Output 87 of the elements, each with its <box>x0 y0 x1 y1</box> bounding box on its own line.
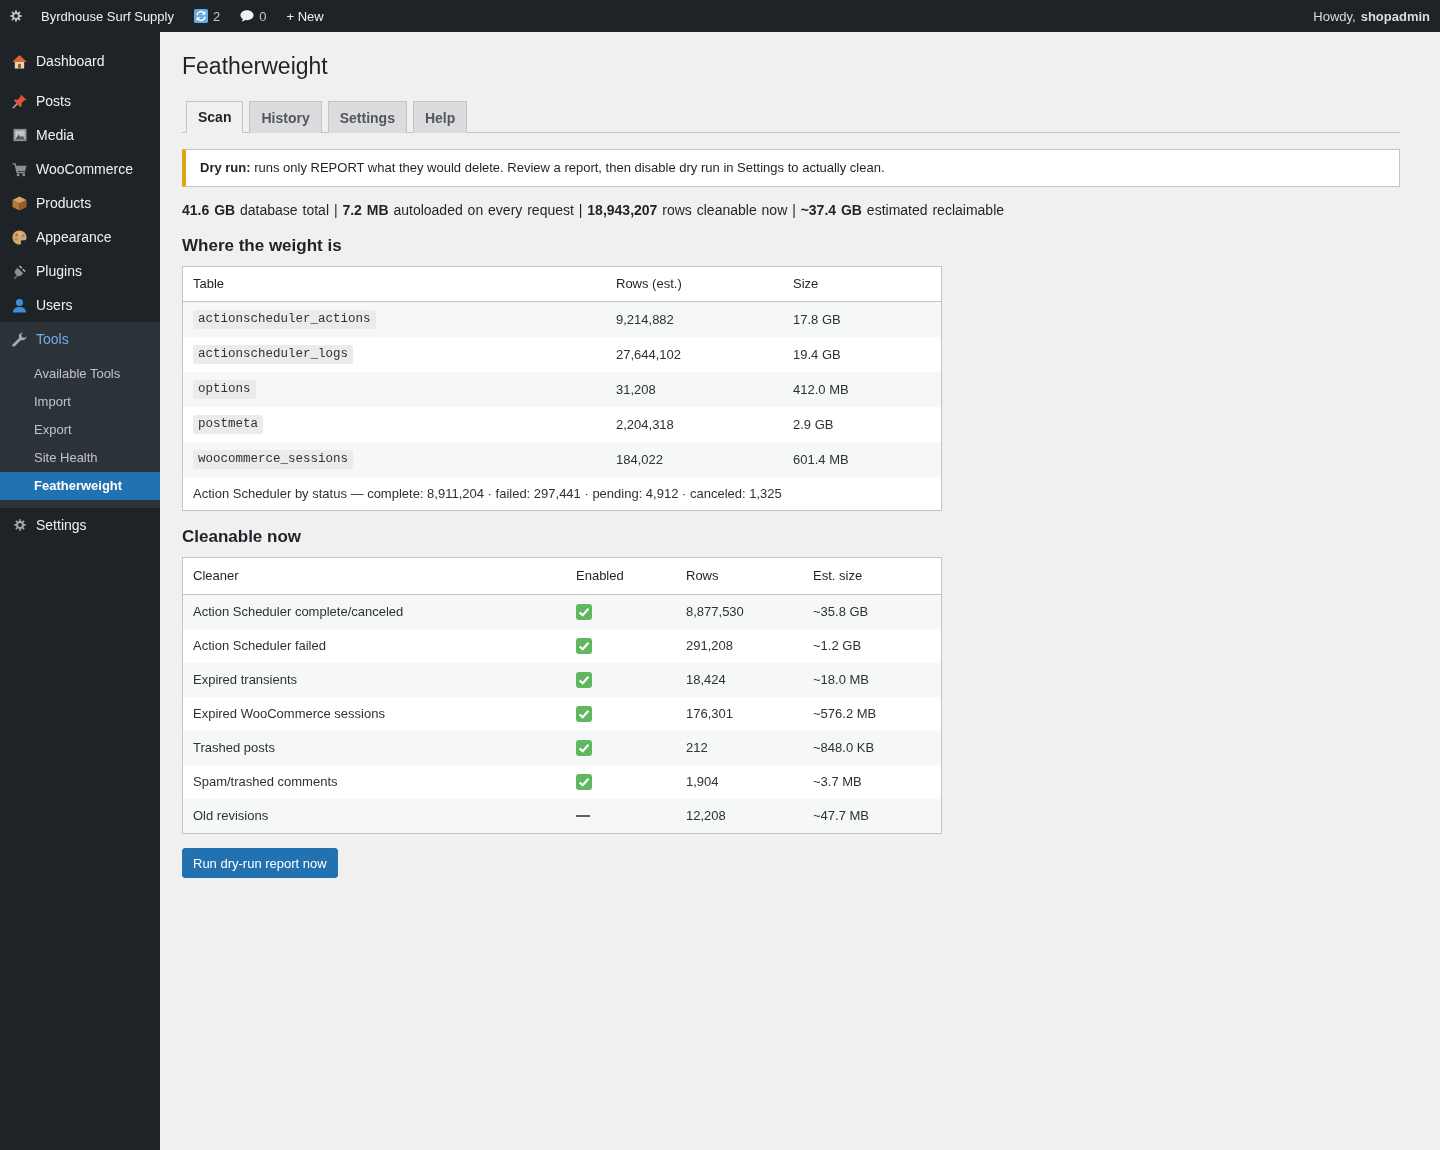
summary-text: 41.6 GB database total | 7.2 MB autoloaded on every request | 18,943,207 rows cleanable now | ~37.4 GB estimated reclaimable <box>182 201 1006 220</box>
table-cell: ~18.0 MB <box>803 663 942 697</box>
submenu-item[interactable]: Export <box>0 416 160 444</box>
table-cell: 412.0 MB <box>783 372 942 407</box>
table-cell: ~1.2 GB <box>803 629 942 663</box>
table-cell: 8,877,530 <box>676 594 803 629</box>
table-cell: 9,214,882 <box>606 301 783 337</box>
table-cell: 601.4 MB <box>783 442 942 477</box>
submenu-item[interactable]: Site Health <box>0 444 160 472</box>
column-header: Table <box>182 266 606 302</box>
menu-item[interactable]: Posts <box>0 84 160 118</box>
table-cell: 2.9 GB <box>783 407 942 442</box>
account-link[interactable]: Howdy, shopadmin <box>1303 0 1440 32</box>
table-cell: 2,204,318 <box>606 407 783 442</box>
table-cell: ~3.7 MB <box>803 765 942 799</box>
package-icon <box>12 195 27 211</box>
updates-link[interactable]: 2 <box>183 0 231 32</box>
db-table-name: actionscheduler_logs <box>193 345 354 364</box>
run-report-button[interactable]: Run dry-run report now <box>182 848 338 878</box>
plug-icon <box>12 263 27 279</box>
table-cell: Expired transients <box>182 663 566 697</box>
cart-icon <box>12 161 27 177</box>
table-cell: Old revisions <box>182 799 566 834</box>
table-cell: 291,208 <box>676 629 803 663</box>
table-cell: Action Scheduler failed <box>182 629 566 663</box>
gear-icon <box>13 519 26 531</box>
table-cell: 17.8 GB <box>783 301 942 337</box>
palette-icon <box>12 229 27 245</box>
db-table-name: postmeta <box>193 415 263 434</box>
section-heading: Where the weight is <box>182 235 343 257</box>
menu-item[interactable]: Media <box>0 118 160 152</box>
column-header: Cleaner <box>182 557 566 595</box>
menu-item[interactable]: Appearance <box>0 220 160 254</box>
column-header: Size <box>783 266 942 302</box>
table-cell: 12,208 <box>676 799 803 834</box>
section-heading: Cleanable now <box>182 526 303 548</box>
notice-text: Dry run: runs only REPORT what they would delete. Review a report, then disable dry run in Settings to actually clean. <box>200 159 886 177</box>
user-icon <box>12 297 27 313</box>
table-cell: 19.4 GB <box>783 337 942 372</box>
table-cell: ~848.0 KB <box>803 731 942 765</box>
menu-item[interactable]: Dashboard <box>0 44 160 78</box>
tab[interactable]: History <box>249 101 322 133</box>
table-cell: 212 <box>676 731 803 765</box>
framed-picture-icon <box>12 128 27 142</box>
house-icon <box>12 53 27 69</box>
comments-link[interactable]: 0 <box>230 0 277 32</box>
tab[interactable]: Settings <box>327 101 407 133</box>
page-title: Featherweight <box>182 52 329 81</box>
table-cell: 176,301 <box>676 697 803 731</box>
table-cell: Spam/trashed comments <box>182 765 566 799</box>
column-header: Rows <box>676 557 803 595</box>
tab[interactable]: Help <box>412 101 468 133</box>
table-note: Action Scheduler by status — complete: 8,911,204 · failed: 297,441 · pending: 4,912 · canceled: 1,325 <box>182 477 942 511</box>
menu-item[interactable]: WooCommerce <box>0 152 160 186</box>
refresh-icon <box>193 9 208 23</box>
submenu-item[interactable]: Available Tools <box>0 360 160 388</box>
table-cell: 31,208 <box>606 372 783 407</box>
settings-icon <box>10 10 22 22</box>
wrench-icon <box>12 331 27 347</box>
table-cell: Trashed posts <box>182 731 566 765</box>
table-cell: ~47.7 MB <box>803 799 942 834</box>
column-header: Enabled <box>566 557 676 595</box>
db-table-name: woocommerce_sessions <box>193 450 354 469</box>
table-cell: Action Scheduler complete/canceled <box>182 594 566 629</box>
table-cell: ~576.2 MB <box>803 697 942 731</box>
pushpin-icon <box>12 93 27 109</box>
menu-item[interactable]: Plugins <box>0 254 160 288</box>
submenu-item[interactable]: Import <box>0 388 160 416</box>
db-table-name: actionscheduler_actions <box>193 310 376 329</box>
table-cell: 27,644,102 <box>606 337 783 372</box>
tab[interactable]: Scan <box>186 101 244 133</box>
menu-item[interactable]: Users <box>0 288 160 322</box>
column-header: Rows (est.) <box>606 266 783 302</box>
table-cell: 1,904 <box>676 765 803 799</box>
column-header: Est. size <box>803 557 942 595</box>
submenu-item[interactable]: Featherweight <box>0 472 160 500</box>
menu-item[interactable]: Settings <box>0 508 160 542</box>
new-content-link[interactable]: + New <box>276 0 334 32</box>
site-name-link[interactable]: Byrdhouse Surf Supply <box>31 0 184 32</box>
table-cell: 18,424 <box>676 663 803 697</box>
table-cell: ~35.8 GB <box>803 594 942 629</box>
menu-item[interactable]: Tools <box>0 322 160 356</box>
table-cell: Expired WooCommerce sessions <box>182 697 566 731</box>
menu-item[interactable]: Products <box>0 186 160 220</box>
speech-bubble-icon <box>240 9 255 23</box>
db-table-name: options <box>193 380 256 399</box>
table-cell: 184,022 <box>606 442 783 477</box>
